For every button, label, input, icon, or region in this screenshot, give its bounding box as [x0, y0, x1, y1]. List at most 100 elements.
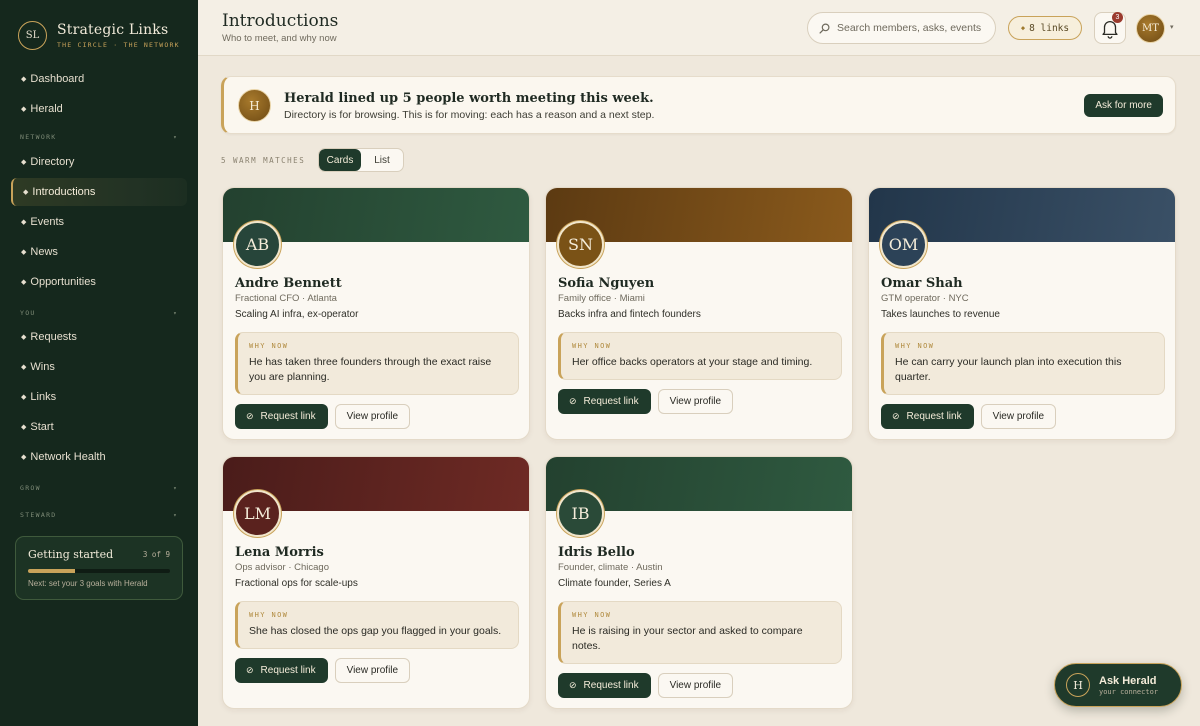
ask-herald-title: Ask Herald: [1099, 674, 1157, 687]
getting-started-title: Getting started: [28, 548, 114, 561]
diamond-icon: ◆: [21, 159, 27, 166]
avatar[interactable]: SN: [557, 221, 604, 268]
why-now-text: He has taken three founders through the …: [249, 356, 492, 383]
diamond-icon: ◆: [1020, 24, 1026, 32]
request-link-button[interactable]: ⊘ Request link: [235, 404, 328, 429]
getting-started-count: 3 of 9: [142, 550, 170, 559]
herald-icon: H: [1066, 673, 1090, 697]
sidebar-item-label: Dashboard: [30, 73, 85, 85]
brand-tagline: THE CIRCLE · THE NETWORK: [57, 41, 180, 49]
sidebar-item-dashboard[interactable]: ◆ Dashboard: [11, 65, 187, 93]
member-name[interactable]: Omar Shah: [881, 276, 963, 291]
sidebar-item-links[interactable]: ◆ Links: [11, 383, 187, 411]
why-now-label: WHY NOW: [249, 342, 289, 350]
sidebar-item-label: Requests: [30, 331, 77, 343]
why-now-label: WHY NOW: [572, 611, 612, 619]
sidebar-item-herald[interactable]: ◆ Herald: [11, 95, 187, 123]
view-list-button[interactable]: List: [361, 149, 403, 171]
sidebar: SL Strategic Links THE CIRCLE · THE NETW…: [0, 0, 198, 726]
sidebar-item-label: Herald: [30, 103, 63, 115]
avatar[interactable]: AB: [234, 221, 281, 268]
sidebar-item-start[interactable]: ◆ Start: [11, 413, 187, 441]
link-icon: ⊘: [569, 680, 577, 690]
sidebar-item-events[interactable]: ◆ Events: [11, 208, 187, 236]
banner-title: Herald lined up 5 people worth meeting t…: [284, 91, 654, 106]
page-title: Introductions: [222, 11, 339, 31]
view-profile-button[interactable]: View profile: [980, 404, 1057, 429]
member-role: Ops advisor · Chicago: [235, 562, 329, 573]
request-link-button[interactable]: ⊘ Request link: [558, 673, 651, 698]
request-link-button[interactable]: ⊘ Request link: [235, 658, 328, 683]
match-card: LM Lena Morris Ops advisor · Chicago Fra…: [222, 456, 530, 709]
link-icon: ⊘: [569, 396, 577, 406]
sidebar-item-news[interactable]: ◆ News: [11, 238, 187, 266]
user-avatar[interactable]: MT: [1136, 14, 1165, 43]
member-role: Fractional CFO · Atlanta: [235, 293, 337, 304]
why-now-box: WHY NOW Her office backs operators at yo…: [558, 332, 842, 380]
view-profile-button[interactable]: View profile: [657, 389, 734, 414]
sidebar-item-directory[interactable]: ◆ Directory: [11, 148, 187, 176]
member-tagline: Scaling AI infra, ex-operator: [235, 309, 359, 320]
request-link-button[interactable]: ⊘ Request link: [881, 404, 974, 429]
sidebar-item-introductions[interactable]: ◆ Introductions: [11, 178, 187, 206]
getting-started-progress: [28, 569, 170, 573]
member-tagline: Takes launches to revenue: [881, 309, 1000, 320]
chevron-down-icon: ▾: [173, 309, 178, 317]
member-name[interactable]: Idris Bello: [558, 545, 635, 560]
sidebar-item-label: Events: [30, 216, 65, 228]
search-box[interactable]: [807, 12, 996, 44]
ask-for-more-button[interactable]: Ask for more: [1084, 94, 1163, 117]
view-profile-button[interactable]: View profile: [657, 673, 734, 698]
links-balance[interactable]: ◆ 8 links: [1008, 16, 1082, 40]
view-toggle: Cards List: [318, 148, 404, 172]
sidebar-item-label: Opportunities: [30, 276, 96, 288]
search-icon: [819, 23, 830, 34]
ask-herald-button[interactable]: H Ask Herald your connector: [1054, 663, 1182, 707]
chevron-down-icon[interactable]: ▾: [1170, 23, 1174, 31]
member-name[interactable]: Lena Morris: [235, 545, 324, 560]
view-profile-button[interactable]: View profile: [334, 404, 411, 429]
diamond-icon: ◆: [23, 189, 29, 196]
sidebar-item-opportunities[interactable]: ◆ Opportunities: [11, 268, 187, 296]
avatar[interactable]: OM: [880, 221, 927, 268]
why-now-box: WHY NOW He can carry your launch plan in…: [881, 332, 1165, 395]
matches-count-label: 5 WARM MATCHES: [221, 156, 306, 165]
sidebar-item-network-health[interactable]: ◆ Network Health: [11, 443, 187, 471]
member-name[interactable]: Andre Bennett: [235, 276, 342, 291]
nav-section-steward[interactable]: STEWARD ▾: [20, 511, 178, 519]
nav-section-grow[interactable]: GROW ▾: [20, 484, 178, 492]
getting-started-next: Next: set your 3 goals with Herald: [28, 579, 148, 588]
why-now-box: WHY NOW He is raising in your sector and…: [558, 601, 842, 664]
brand-logo: SL: [18, 21, 47, 50]
getting-started-panel[interactable]: Getting started 3 of 9 Next: set your 3 …: [15, 536, 183, 600]
notification-count-badge: 3: [1112, 12, 1123, 23]
diamond-icon: ◆: [21, 106, 27, 113]
request-link-button[interactable]: ⊘ Request link: [558, 389, 651, 414]
member-name[interactable]: Sofia Nguyen: [558, 276, 654, 291]
link-icon: ⊘: [246, 665, 254, 675]
page-subtitle: Who to meet, and why now: [222, 33, 337, 44]
why-now-box: WHY NOW She has closed the ops gap you f…: [235, 601, 519, 649]
avatar[interactable]: IB: [557, 490, 604, 537]
diamond-icon: ◆: [21, 249, 27, 256]
sidebar-item-requests[interactable]: ◆ Requests: [11, 323, 187, 351]
member-role: Founder, climate · Austin: [558, 562, 663, 573]
sidebar-item-label: Directory: [30, 156, 75, 168]
chevron-down-icon: ▾: [173, 484, 178, 492]
why-now-text: She has closed the ops gap you flagged i…: [249, 625, 502, 637]
diamond-icon: ◆: [21, 219, 27, 226]
nav-section-you[interactable]: YOU ▾: [20, 309, 178, 317]
match-card: SN Sofia Nguyen Family office · Miami Ba…: [545, 187, 853, 440]
view-cards-button[interactable]: Cards: [319, 149, 361, 171]
notifications-button[interactable]: 3: [1094, 12, 1126, 44]
view-profile-button[interactable]: View profile: [334, 658, 411, 683]
search-input[interactable]: [837, 22, 987, 34]
nav-section-network[interactable]: NETWORK ▾: [20, 133, 178, 141]
avatar[interactable]: LM: [234, 490, 281, 537]
chevron-down-icon: ▾: [173, 511, 178, 519]
sidebar-item-wins[interactable]: ◆ Wins: [11, 353, 187, 381]
member-tagline: Fractional ops for scale-ups: [235, 578, 358, 589]
brand[interactable]: SL Strategic Links THE CIRCLE · THE NETW…: [18, 21, 180, 50]
diamond-icon: ◆: [21, 334, 27, 341]
diamond-icon: ◆: [21, 76, 27, 83]
